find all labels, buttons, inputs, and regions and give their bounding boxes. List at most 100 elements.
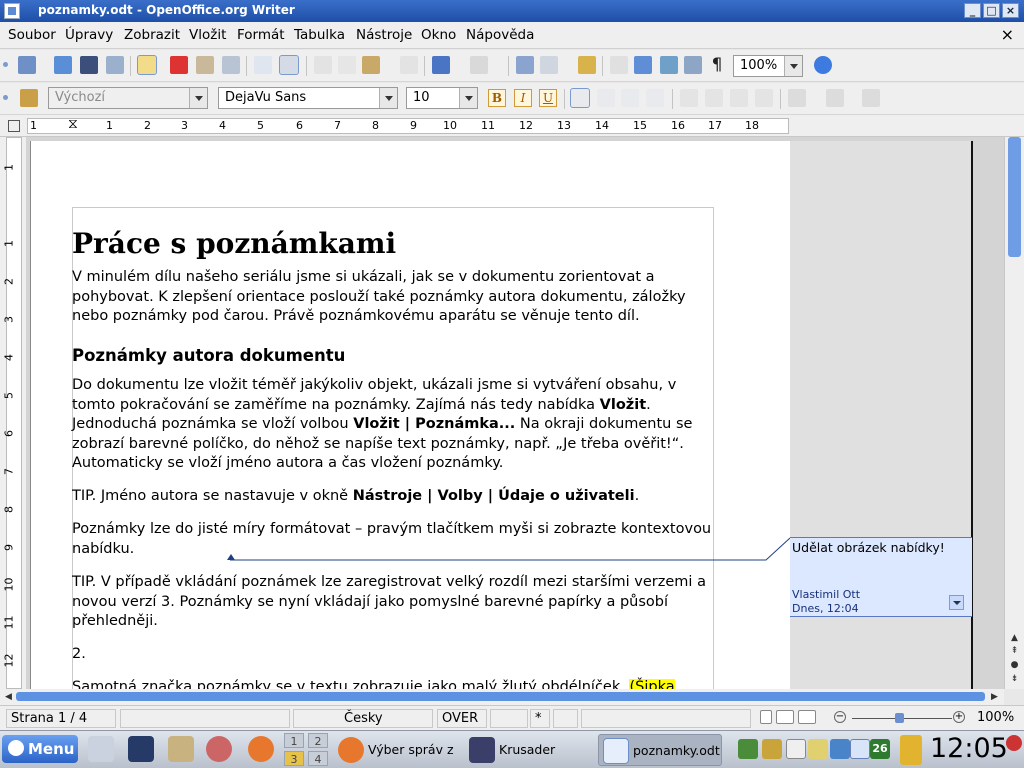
bold-button[interactable]: B <box>488 89 506 107</box>
font-size-combo[interactable]: 10 <box>406 87 478 109</box>
zoom-in-icon[interactable]: + <box>953 711 965 723</box>
navigator-icon[interactable] <box>634 56 652 74</box>
selection-mode-field[interactable] <box>490 709 528 728</box>
minimize-button[interactable]: _ <box>964 3 981 18</box>
toolbar-handle[interactable] <box>3 95 8 100</box>
redo-icon[interactable] <box>470 56 488 74</box>
signature-field[interactable] <box>553 709 578 728</box>
bullets-icon[interactable] <box>705 89 723 107</box>
power-icon[interactable] <box>1006 735 1022 751</box>
new-document-icon[interactable] <box>18 56 36 74</box>
horizontal-scrollbar[interactable]: ◀ ▶ <box>0 689 1004 705</box>
copy-icon[interactable] <box>338 56 356 74</box>
navigation-icon[interactable]: ● <box>1008 659 1021 672</box>
page-indicator[interactable]: Strana 1 / 4 <box>6 709 116 728</box>
scroll-left-icon[interactable]: ◀ <box>2 691 15 704</box>
find-replace-icon[interactable] <box>610 56 628 74</box>
numbering-icon[interactable] <box>680 89 698 107</box>
menu-nastroje[interactable]: Nástroje <box>356 27 412 43</box>
indent-marker-icon[interactable]: ⧖ <box>68 116 78 132</box>
clone-formatting-icon[interactable] <box>400 56 418 74</box>
zoom-slider-handle[interactable] <box>895 713 904 723</box>
background-color-icon[interactable] <box>862 89 880 107</box>
undo-icon[interactable] <box>432 56 450 74</box>
zoom-out-icon[interactable]: − <box>834 711 846 723</box>
scrollbar-thumb[interactable] <box>16 692 985 701</box>
chevron-down-icon[interactable] <box>189 88 207 108</box>
vertical-scrollbar[interactable]: ▲ ⇞ ● ⇟ <box>1004 137 1024 689</box>
export-pdf-icon[interactable] <box>170 56 188 74</box>
system-monitor-icon[interactable] <box>206 736 232 762</box>
edit-mode-icon[interactable] <box>137 55 157 75</box>
tab-stop-type-icon[interactable] <box>8 120 20 132</box>
writer-app-icon[interactable] <box>4 3 20 19</box>
scroll-up-icon[interactable]: ▲ <box>1008 632 1021 645</box>
vertical-ruler-bar[interactable] <box>6 137 22 689</box>
clock[interactable]: 12:05 <box>930 733 1008 764</box>
highlighting-icon[interactable] <box>826 89 844 107</box>
network-icon[interactable] <box>830 739 850 759</box>
decrease-indent-icon[interactable] <box>730 89 748 107</box>
print-icon[interactable] <box>196 56 214 74</box>
language-field[interactable]: Česky <box>293 709 433 728</box>
menu-okno[interactable]: Okno <box>421 27 456 43</box>
notes-icon[interactable] <box>808 739 828 759</box>
download-icon[interactable] <box>738 739 758 759</box>
book-view-icon[interactable] <box>798 710 816 724</box>
close-window-button[interactable]: × <box>1002 3 1019 18</box>
comment-menu-button[interactable] <box>949 595 964 610</box>
paragraph-style-combo[interactable]: Výchozí <box>48 87 208 109</box>
chevron-down-icon[interactable] <box>379 88 397 108</box>
workspace-4[interactable]: 4 <box>308 751 328 766</box>
document-view[interactable]: Práce s poznámkami V minulém dílu našeho… <box>26 137 1004 689</box>
menu-upravy[interactable]: Úpravy <box>65 27 113 43</box>
comment-text[interactable]: Udělat obrázek nabídky! <box>792 540 945 555</box>
calendar-icon[interactable] <box>850 739 870 759</box>
battery-icon[interactable] <box>900 735 922 765</box>
maximize-button[interactable]: □ <box>983 3 1000 18</box>
help-icon[interactable] <box>814 56 832 74</box>
menu-napoveda[interactable]: Nápověda <box>466 27 534 43</box>
underline-button[interactable]: U <box>539 89 557 107</box>
close-document-icon[interactable]: × <box>1001 25 1014 44</box>
menu-vlozit[interactable]: Vložit <box>189 27 226 43</box>
autospellcheck-icon[interactable] <box>279 55 299 75</box>
menu-zobrazit[interactable]: Zobrazit <box>124 27 180 43</box>
workspace-2[interactable]: 2 <box>308 733 328 748</box>
workspace-1[interactable]: 1 <box>284 733 304 748</box>
justify-icon[interactable] <box>646 89 664 107</box>
paste-icon[interactable] <box>362 56 380 74</box>
insert-mode-field[interactable]: OVER <box>437 709 487 728</box>
table-icon[interactable] <box>540 56 558 74</box>
firefox-icon[interactable] <box>248 736 274 762</box>
start-menu-button[interactable]: Menu <box>2 735 78 763</box>
zoom-combo[interactable]: 100% <box>733 55 803 77</box>
horizontal-ruler[interactable]: 1 ⧖ 1 2 3 4 5 6 7 8 9 10 11 12 13 14 15 … <box>0 115 1024 137</box>
save-icon[interactable] <box>80 56 98 74</box>
styles-formatting-icon[interactable] <box>20 89 38 107</box>
spellcheck-icon[interactable] <box>254 56 272 74</box>
show-draw-functions-icon[interactable] <box>578 56 596 74</box>
scroll-right-icon[interactable]: ▶ <box>988 691 1001 704</box>
vertical-ruler[interactable]: 1 1 2 3 4 5 6 7 8 9 10 11 12 <box>0 137 26 689</box>
font-color-icon[interactable] <box>788 89 806 107</box>
task-writer-active[interactable]: poznamky.odt <box>598 734 722 766</box>
next-page-icon[interactable]: ⇟ <box>1008 673 1021 686</box>
task-firefox[interactable]: Výber správ z <box>334 734 462 766</box>
zoom-percentage[interactable]: 100% <box>977 710 1014 725</box>
data-sources-icon[interactable] <box>684 56 702 74</box>
previous-page-icon[interactable]: ⇞ <box>1008 645 1021 658</box>
formatting-marks-icon[interactable]: ¶ <box>708 56 726 74</box>
gallery-icon[interactable] <box>660 56 678 74</box>
show-desktop-icon[interactable] <box>88 736 114 762</box>
settings-tools-icon[interactable] <box>168 736 194 762</box>
task-krusader[interactable]: Krusader <box>465 734 593 766</box>
menu-tabulka[interactable]: Tabulka <box>294 27 345 43</box>
menu-soubor[interactable]: Soubor <box>8 27 56 43</box>
cut-icon[interactable] <box>314 56 332 74</box>
chevron-down-icon[interactable] <box>459 88 477 108</box>
workspace-3[interactable]: 3 <box>284 751 304 766</box>
font-name-combo[interactable]: DejaVu Sans <box>218 87 398 109</box>
align-left-icon[interactable] <box>570 88 590 108</box>
toolbar-handle[interactable] <box>3 62 8 67</box>
